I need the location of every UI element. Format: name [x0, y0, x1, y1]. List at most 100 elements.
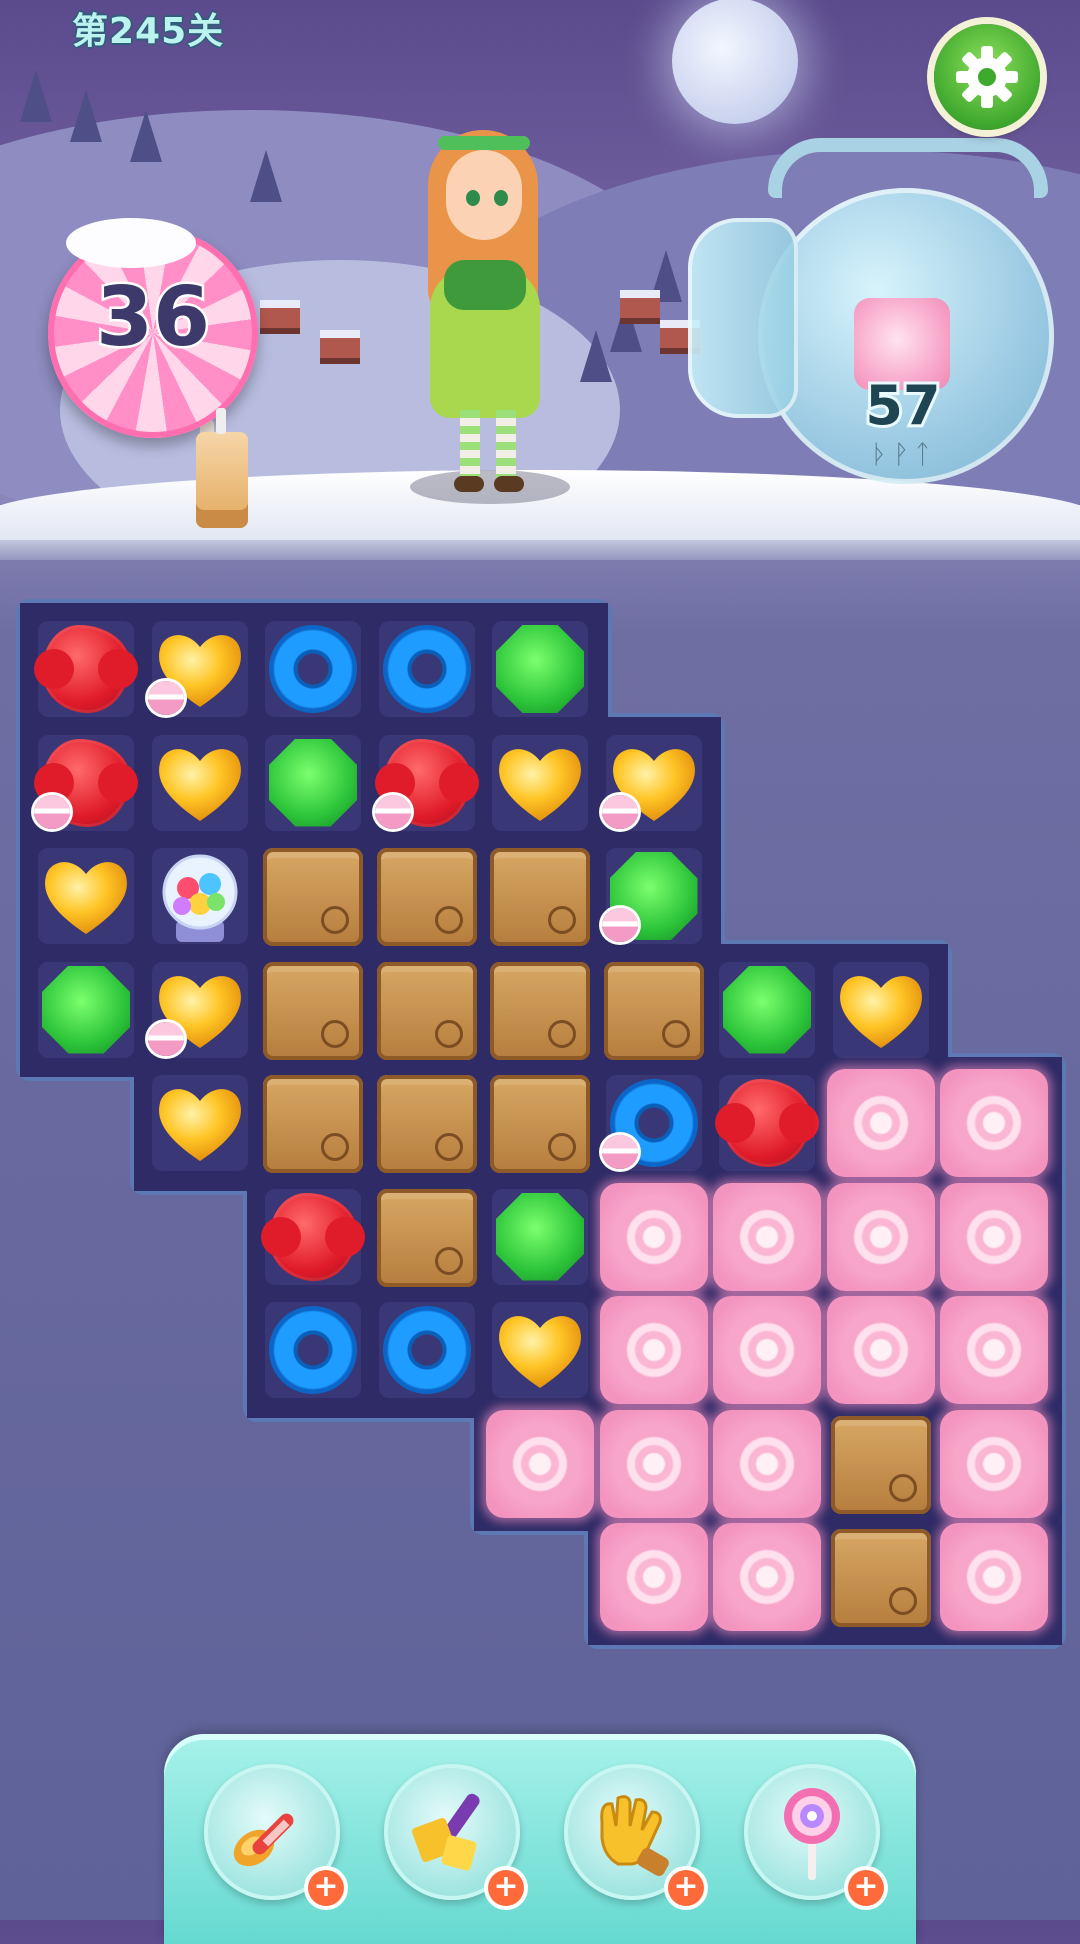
- pink-swirl-cake-blocker[interactable]: [599, 1296, 708, 1404]
- pink-swirl-cake-blocker[interactable]: [486, 1409, 594, 1518]
- yellow-heart-candy[interactable]: [835, 968, 927, 1052]
- green-octagon-candy[interactable]: [496, 625, 584, 713]
- wooden-crate-blocker[interactable]: [263, 961, 363, 1060]
- board-cell[interactable]: [373, 956, 481, 1064]
- board-cell[interactable]: [146, 1069, 254, 1177]
- red-flower-candy[interactable]: [261, 1192, 365, 1281]
- board-cell[interactable]: [32, 956, 140, 1064]
- wooden-crate-blocker[interactable]: [830, 1415, 931, 1514]
- spoon-booster[interactable]: +: [204, 1764, 344, 1906]
- add-booster-button[interactable]: +: [668, 1870, 704, 1906]
- yellow-heart-candy[interactable]: [494, 741, 586, 825]
- board-cell[interactable]: [600, 1069, 708, 1177]
- board-cell[interactable]: [827, 956, 935, 1064]
- pink-swirl-cake-blocker[interactable]: [599, 1182, 708, 1291]
- board-cell[interactable]: [259, 615, 367, 723]
- board-cell[interactable]: [373, 1183, 481, 1291]
- wooden-crate-blocker[interactable]: [376, 1188, 477, 1287]
- board-cell[interactable]: [827, 1523, 935, 1631]
- pink-swirl-cake-blocker[interactable]: [713, 1296, 821, 1404]
- wooden-crate-blocker[interactable]: [490, 1075, 590, 1173]
- add-booster-button[interactable]: +: [308, 1870, 344, 1906]
- pink-swirl-cake-blocker[interactable]: [940, 1296, 1048, 1404]
- green-octagon-candy[interactable]: [269, 738, 357, 827]
- wooden-crate-blocker[interactable]: [263, 848, 363, 946]
- board-cell[interactable]: [32, 729, 140, 837]
- board-cell[interactable]: [827, 1410, 935, 1518]
- wooden-crate-blocker[interactable]: [830, 1529, 931, 1627]
- board-cell[interactable]: [146, 615, 254, 723]
- blue-donut-candy[interactable]: [382, 1306, 471, 1394]
- board-cell[interactable]: [32, 615, 140, 723]
- board-cell[interactable]: [940, 1069, 1048, 1177]
- glove-booster[interactable]: +: [564, 1764, 704, 1906]
- blue-donut-candy[interactable]: [382, 625, 471, 713]
- wooden-crate-blocker[interactable]: [376, 848, 477, 946]
- board-cell[interactable]: [600, 729, 708, 837]
- pink-swirl-cake-blocker[interactable]: [826, 1182, 935, 1291]
- board-cell[interactable]: [486, 1069, 594, 1177]
- board-cell[interactable]: [713, 1523, 821, 1631]
- add-booster-button[interactable]: +: [488, 1870, 524, 1906]
- wooden-crate-blocker[interactable]: [263, 1075, 363, 1173]
- pink-swirl-cake-blocker[interactable]: [826, 1296, 935, 1404]
- lollipop-booster[interactable]: +: [744, 1764, 884, 1906]
- board-cell[interactable]: [826, 1296, 935, 1404]
- board-cell[interactable]: [259, 842, 367, 950]
- board-cell[interactable]: [599, 1523, 708, 1631]
- board-cell[interactable]: [373, 1296, 481, 1404]
- wooden-crate-blocker[interactable]: [376, 961, 477, 1060]
- board-cell[interactable]: [486, 729, 594, 837]
- gumball-machine-booster[interactable]: [158, 848, 242, 944]
- board-cell[interactable]: [600, 956, 708, 1064]
- wooden-crate-blocker[interactable]: [490, 961, 590, 1060]
- board-cell[interactable]: [259, 729, 367, 837]
- board-cell[interactable]: [940, 1409, 1048, 1518]
- board-cell[interactable]: [486, 615, 594, 723]
- board-cell[interactable]: [713, 1182, 821, 1291]
- board-cell[interactable]: [826, 1069, 935, 1177]
- wooden-crate-blocker[interactable]: [603, 961, 704, 1060]
- blue-donut-candy[interactable]: [269, 1306, 357, 1394]
- board-cell[interactable]: [600, 842, 708, 950]
- pink-swirl-cake-blocker[interactable]: [940, 1409, 1048, 1518]
- board-cell[interactable]: [826, 1182, 935, 1291]
- pink-swirl-cake-blocker[interactable]: [713, 1409, 821, 1518]
- board-cell[interactable]: [373, 729, 481, 837]
- yellow-heart-candy[interactable]: [40, 854, 132, 938]
- board-cell[interactable]: [940, 1523, 1048, 1631]
- yellow-heart-candy[interactable]: [154, 741, 246, 825]
- board-cell[interactable]: [373, 1069, 481, 1177]
- candy-hammer-booster[interactable]: +: [384, 1764, 524, 1906]
- board-cell[interactable]: [146, 842, 254, 950]
- board-cell[interactable]: [146, 956, 254, 1064]
- board-cell[interactable]: [32, 842, 140, 950]
- yellow-heart-candy[interactable]: [154, 1081, 246, 1165]
- board-cell[interactable]: [599, 1409, 708, 1518]
- board-cell[interactable]: [486, 1183, 594, 1291]
- board-cell[interactable]: [259, 956, 367, 1064]
- board-cell[interactable]: [146, 729, 254, 837]
- add-booster-button[interactable]: +: [848, 1870, 884, 1906]
- board-cell[interactable]: [486, 956, 594, 1064]
- board-cell[interactable]: [599, 1296, 708, 1404]
- yellow-heart-candy[interactable]: [494, 1308, 586, 1392]
- board-cell[interactable]: [940, 1296, 1048, 1404]
- board-cell[interactable]: [940, 1182, 1048, 1291]
- board-cell[interactable]: [373, 615, 481, 723]
- board-cell[interactable]: [713, 1069, 821, 1177]
- board-cell[interactable]: [713, 1409, 821, 1518]
- board-cell[interactable]: [599, 1182, 708, 1291]
- board-cell[interactable]: [486, 1409, 594, 1518]
- board-cell[interactable]: [259, 1183, 367, 1291]
- blue-donut-candy[interactable]: [269, 625, 357, 713]
- pink-swirl-cake-blocker[interactable]: [940, 1523, 1048, 1631]
- board-cell[interactable]: [259, 1069, 367, 1177]
- pink-swirl-cake-blocker[interactable]: [940, 1069, 1048, 1177]
- wooden-crate-blocker[interactable]: [490, 848, 590, 946]
- pink-swirl-cake-blocker[interactable]: [713, 1523, 821, 1631]
- pink-swirl-cake-blocker[interactable]: [826, 1069, 935, 1177]
- pink-swirl-cake-blocker[interactable]: [599, 1409, 708, 1518]
- board-cell[interactable]: [486, 842, 594, 950]
- board-cell[interactable]: [373, 842, 481, 950]
